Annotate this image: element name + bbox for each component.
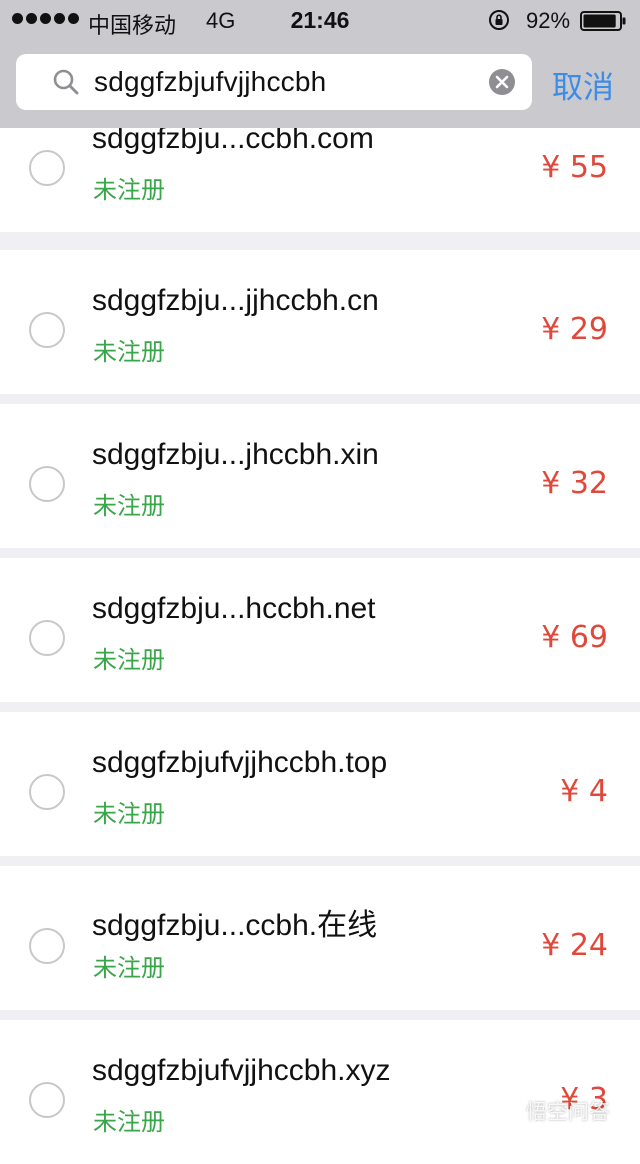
battery-icon: [580, 11, 626, 31]
battery-percentage: 92%: [526, 8, 571, 33]
registration-status: 未注册: [93, 338, 165, 366]
search-field[interactable]: sdggfzbjufvjjhccbh: [16, 54, 532, 110]
select-radio[interactable]: [29, 774, 65, 810]
domain-price: ¥ 32: [541, 466, 608, 501]
domain-price: ¥ 4: [560, 774, 608, 809]
wukong-logo-icon: [495, 1098, 521, 1124]
domain-name: sdggfzbju...jhccbh.xin: [92, 438, 379, 471]
select-radio[interactable]: [29, 928, 65, 964]
domain-name: sdggfzbjufvjjhccbh.top: [92, 746, 388, 779]
select-radio[interactable]: [29, 312, 65, 348]
domain-name: sdggfzbju...jjhccbh.cn: [92, 284, 379, 317]
domain-row[interactable]: sdggfzbju...ccbh.在线 未注册 ¥ 24: [0, 866, 640, 1010]
select-radio[interactable]: [29, 620, 65, 656]
clear-search-icon[interactable]: [488, 68, 516, 96]
watermark-text: 悟空问答: [526, 1100, 610, 1124]
domain-name: sdggfzbju...ccbh.在线: [92, 909, 378, 942]
status-bar: 中国移动 4G 21:46 92%: [0, 0, 640, 40]
domain-name: sdggfzbjufvjjhccbh.xyz: [92, 1054, 391, 1087]
domain-price: ¥ 24: [541, 928, 608, 963]
select-radio[interactable]: [29, 1082, 65, 1118]
registration-status: 未注册: [93, 800, 165, 828]
registration-status: 未注册: [93, 954, 165, 982]
registration-status: 未注册: [93, 492, 165, 520]
domain-row[interactable]: sdggfzbjufvjjhccbh.xyz 未注册 ¥ 3: [0, 1020, 640, 1164]
domain-row[interactable]: sdggfzbjufvjjhccbh.top 未注册 ¥ 4: [0, 712, 640, 856]
registration-status: 未注册: [93, 176, 165, 204]
search-icon: [53, 69, 79, 95]
domain-row[interactable]: sdggfzbju...jhccbh.xin 未注册 ¥ 32: [0, 404, 640, 548]
domain-price: ¥ 69: [541, 620, 608, 655]
domain-name: sdggfzbju...hccbh.net: [92, 592, 376, 625]
search-input[interactable]: sdggfzbjufvjjhccbh: [94, 66, 326, 98]
registration-status: 未注册: [93, 646, 165, 674]
domain-price: ¥ 29: [541, 312, 608, 347]
watermark: 悟空问答: [494, 1093, 634, 1129]
select-radio[interactable]: [29, 150, 65, 186]
domain-price: ¥ 55: [541, 150, 608, 185]
select-radio[interactable]: [29, 466, 65, 502]
domain-row[interactable]: sdggfzbju...jjhccbh.cn 未注册 ¥ 29: [0, 250, 640, 394]
orientation-lock-icon: [489, 10, 509, 30]
domain-row[interactable]: sdggfzbju...hccbh.net 未注册 ¥ 69: [0, 558, 640, 702]
top-bar: 中国移动 4G 21:46 92% sdggfzbjufvjjhccbh 取消: [0, 0, 640, 128]
registration-status: 未注册: [93, 1108, 165, 1136]
cancel-button[interactable]: 取消: [552, 62, 614, 107]
